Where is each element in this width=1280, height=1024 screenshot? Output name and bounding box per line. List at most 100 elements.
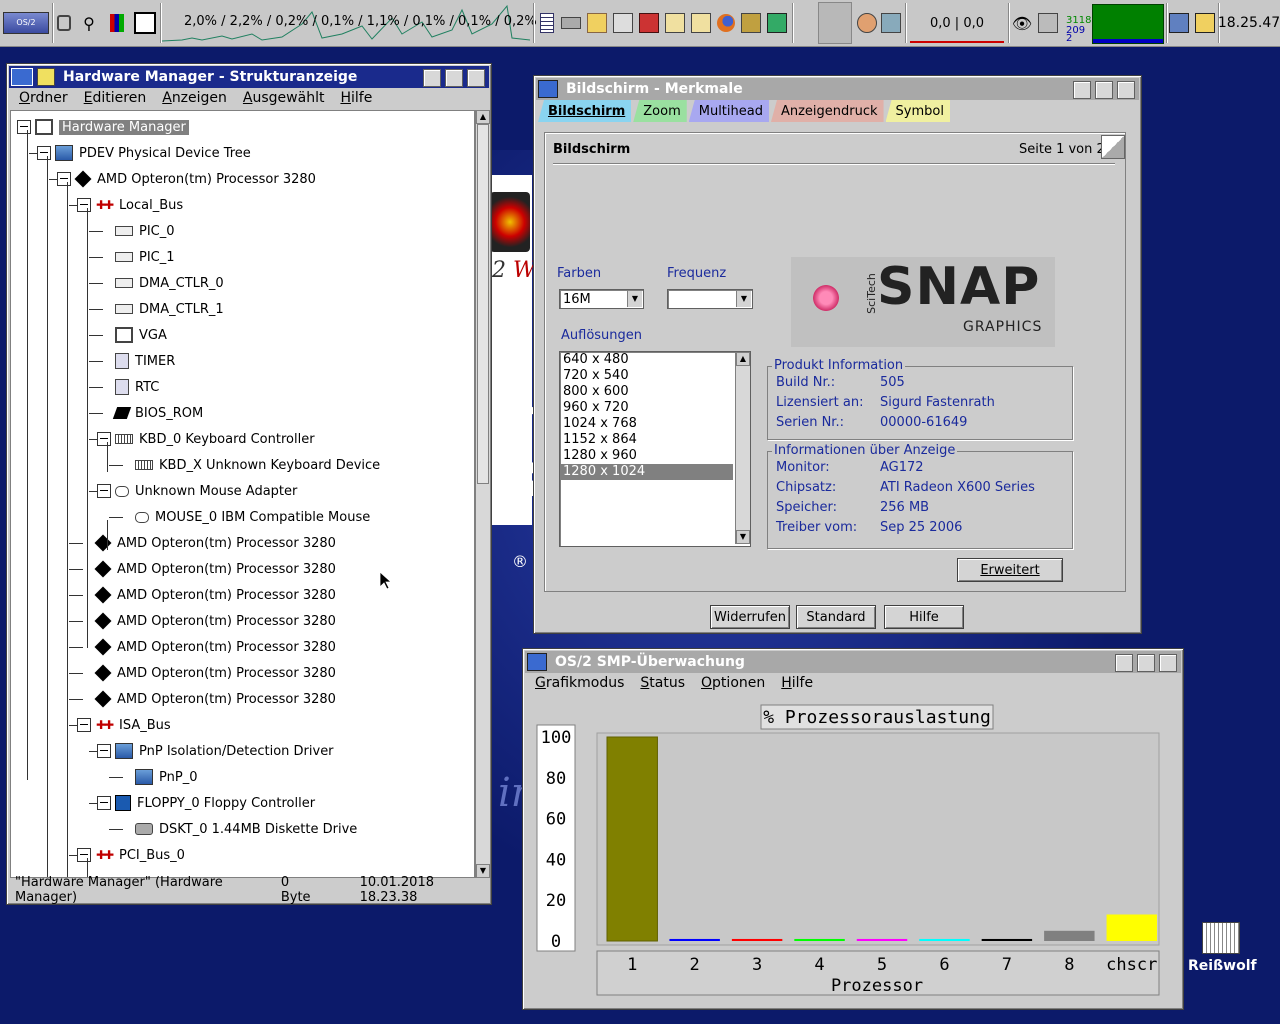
eye-icon[interactable]: 👁	[1010, 0, 1034, 46]
page-turn-icon[interactable]	[1101, 135, 1125, 159]
menu-hilfe[interactable]: Hilfe	[781, 675, 813, 691]
widerrufen-button[interactable]: Widerrufen	[710, 605, 790, 629]
res-scroll-up[interactable]: ▲	[736, 352, 750, 366]
tree-node[interactable]: DSKT_0 1.44MB Diskette Drive	[117, 819, 357, 839]
restore-button[interactable]	[445, 69, 463, 87]
resolution-item[interactable]: 800 x 600	[560, 384, 733, 400]
standard-button[interactable]: Standard	[796, 605, 876, 629]
battery-icon[interactable]	[1194, 0, 1216, 46]
smp-titlebar[interactable]: OS/2 SMP-Überwachung	[525, 651, 1181, 673]
res-scroll-down[interactable]: ▼	[736, 530, 750, 544]
command-prompt-icon[interactable]	[690, 0, 712, 46]
minimize-button[interactable]	[1073, 81, 1091, 99]
tree-node[interactable]: AMD Opteron(tm) Processor 3280	[77, 585, 336, 605]
farben-combo[interactable]: 16M ▼	[559, 289, 644, 309]
farben-dropdown-arrow[interactable]: ▼	[627, 291, 642, 307]
tree-scrollbar[interactable]: ▲ ▼	[475, 110, 490, 878]
hwman-system-menu-icon[interactable]	[11, 68, 33, 86]
menu-status[interactable]: Status	[640, 675, 685, 691]
menu-editieren[interactable]: Editieren	[84, 90, 147, 106]
system-setup-icon[interactable]	[612, 0, 634, 46]
collapse-icon[interactable]	[37, 146, 51, 160]
tree-node[interactable]: MOUSE_0 IBM Compatible Mouse	[117, 507, 370, 527]
frequenz-dropdown-arrow[interactable]: ▼	[736, 291, 751, 307]
collapse-icon[interactable]	[97, 796, 111, 810]
tree-node[interactable]: ✚✚ ISA_Bus	[77, 715, 171, 735]
resolution-item[interactable]: 640 x 480	[560, 352, 733, 368]
hwman-help-icon[interactable]	[37, 68, 55, 86]
tree-node[interactable]: PnP Isolation/Detection Driver	[97, 741, 334, 761]
monitor-utility-icon[interactable]	[766, 0, 788, 46]
resolution-item[interactable]: 1280 x 960	[560, 448, 733, 464]
resolution-listbox[interactable]: 640 x 480 720 x 540 800 x 600 960 x 720 1024…	[559, 351, 751, 547]
frequenz-combo[interactable]: ▼	[667, 289, 753, 309]
minimize-button[interactable]	[423, 69, 441, 87]
restore-button[interactable]	[1095, 81, 1113, 99]
tree-node[interactable]: AMD Opteron(tm) Processor 3280	[77, 559, 336, 579]
firefox-icon[interactable]	[714, 0, 738, 46]
resolution-item[interactable]: 720 x 540	[560, 368, 733, 384]
collapse-icon[interactable]	[97, 432, 111, 446]
tree-node[interactable]: AMD Opteron(tm) Processor 3280	[77, 637, 336, 657]
tab-multihead[interactable]: Multihead	[688, 100, 769, 122]
tree-node[interactable]: AMD Opteron(tm) Processor 3280	[77, 689, 336, 709]
collapse-icon[interactable]	[97, 484, 111, 498]
erweitert-button[interactable]: Erweitert	[957, 558, 1063, 582]
display-widget-icon[interactable]	[1168, 0, 1190, 46]
tab-anzeigendruck[interactable]: Anzeigendruck	[770, 100, 884, 122]
tree-node[interactable]: Hardware Manager	[17, 117, 189, 137]
menu-optionen[interactable]: Optionen	[701, 675, 765, 691]
tree-node[interactable]: Unknown Mouse Adapter	[97, 481, 297, 501]
tree-node[interactable]: PIC_0	[97, 221, 175, 241]
shutdown-icon[interactable]	[134, 0, 156, 46]
books-icon[interactable]	[106, 0, 128, 46]
tree-node[interactable]: RTC	[97, 377, 159, 397]
tree-node[interactable]: TIMER	[97, 351, 175, 371]
tree-node[interactable]: PIC_1	[97, 247, 175, 267]
user-icon[interactable]	[856, 0, 878, 46]
shredder-desktop-icon[interactable]: Reißwolf	[1188, 922, 1257, 974]
tree-node[interactable]: DMA_CTLR_1	[97, 299, 224, 319]
resolution-item[interactable]: 1280 x 1024	[560, 464, 733, 480]
collapse-icon[interactable]	[57, 172, 71, 186]
menu-anzeigen[interactable]: Anzeigen	[162, 90, 227, 106]
scroll-thumb[interactable]	[477, 124, 489, 484]
mail-icon[interactable]	[740, 0, 762, 46]
tools-icon[interactable]	[638, 0, 660, 46]
close-button[interactable]	[467, 69, 485, 87]
tree-node[interactable]: ✚✚ Local_Bus	[77, 195, 183, 215]
resolution-item[interactable]: 1024 x 768	[560, 416, 733, 432]
tree-node[interactable]: AMD Opteron(tm) Processor 3280	[77, 663, 336, 683]
tab-symbol[interactable]: Symbol	[885, 100, 950, 122]
collapse-icon[interactable]	[77, 718, 91, 732]
tree-node[interactable]: VGA	[97, 325, 167, 345]
resolution-item[interactable]: 1152 x 864	[560, 432, 733, 448]
minimize-button[interactable]	[1115, 654, 1133, 672]
screen-titlebar[interactable]: Bildschirm - Merkmale	[536, 78, 1139, 100]
smp-system-menu-icon[interactable]	[527, 653, 547, 671]
resolution-scrollbar[interactable]: ▲ ▼	[735, 352, 750, 544]
screen-system-menu-icon[interactable]	[538, 80, 558, 98]
hilfe-button[interactable]: Hilfe	[884, 605, 964, 629]
tree-node[interactable]: FLOPPY_0 Floppy Controller	[97, 793, 315, 813]
collapse-icon[interactable]	[77, 848, 91, 862]
resolution-item[interactable]: 960 x 720	[560, 400, 733, 416]
menu-hilfe[interactable]: Hilfe	[340, 90, 372, 106]
folder-icon[interactable]	[586, 0, 608, 46]
close-button[interactable]	[1159, 654, 1177, 672]
scroll-up-button[interactable]: ▲	[476, 110, 490, 124]
restore-button[interactable]	[1137, 654, 1155, 672]
collapse-icon[interactable]	[77, 198, 91, 212]
hwman-titlebar[interactable]: Hardware Manager - Strukturanzeige	[9, 66, 489, 88]
tree-node[interactable]: AMD Opteron(tm) Processor 3280	[57, 169, 316, 189]
close-button[interactable]	[1117, 81, 1135, 99]
lock-icon[interactable]	[54, 0, 74, 46]
tree-node[interactable]: PnP_0	[117, 767, 197, 787]
drives-icon[interactable]	[560, 0, 582, 46]
templates-icon[interactable]	[664, 0, 686, 46]
find-icon[interactable]: ⚲	[78, 0, 100, 46]
tree-node[interactable]: ✚✚ PCI_Bus_0	[77, 845, 185, 865]
usb-icon[interactable]	[880, 0, 902, 46]
tab-zoom[interactable]: Zoom	[633, 100, 687, 122]
menu-ordner[interactable]: Ordner	[19, 90, 68, 106]
